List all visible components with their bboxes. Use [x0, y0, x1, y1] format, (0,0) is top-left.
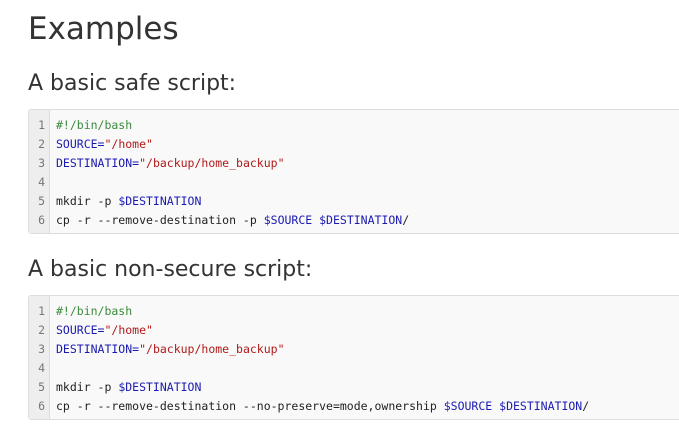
- code-content[interactable]: #!/bin/bash SOURCE="/home" DESTINATION="/b…: [50, 302, 679, 413]
- code-token-var: SOURCE=: [56, 323, 105, 337]
- line-number: 1: [38, 118, 45, 132]
- code-line: SOURCE="/home": [56, 135, 679, 154]
- line-number: 3: [38, 156, 45, 170]
- code-token-str: "/home": [104, 323, 153, 337]
- line-number: 2: [38, 323, 45, 337]
- line-number: 5: [38, 194, 45, 208]
- line-number: 6: [38, 213, 45, 227]
- code-token-str: "/backup/home_backup": [139, 342, 285, 356]
- code-token-var: $DESTINATION: [118, 194, 202, 208]
- code-token-plain: cp -r --remove-destination --no-preserve…: [56, 399, 444, 413]
- code-token-plain: /: [402, 213, 410, 227]
- line-number: 2: [38, 137, 45, 151]
- code-content[interactable]: #!/bin/bash SOURCE="/home" DESTINATION="/b…: [50, 116, 679, 227]
- code-token-plain: mkdir -p: [56, 194, 119, 208]
- code-token-var: $DESTINATION: [118, 380, 202, 394]
- code-token-var: DESTINATION=: [56, 342, 140, 356]
- code-token-var: $DESTINATION: [319, 213, 403, 227]
- page-title: Examples: [28, 11, 179, 47]
- code-block-safe-script[interactable]: 123456 #!/bin/bash SOURCE="/home" DESTINAT…: [28, 109, 679, 234]
- line-number-gutter: 1 2 3 4 5 6: [29, 296, 50, 419]
- line-number: 3: [38, 342, 45, 356]
- line-number-gutter: 1 2 3 4 5 6: [29, 110, 50, 233]
- code-block-non-secure-script[interactable]: 123456 #!/bin/bash SOURCE="/home" DESTINAT…: [28, 295, 679, 420]
- line-number: 6: [38, 399, 45, 413]
- code-token-var: $DESTINATION: [499, 399, 583, 413]
- line-number: 1: [38, 304, 45, 318]
- line-number: 4: [38, 361, 45, 375]
- code-token-var: SOURCE=: [56, 137, 105, 151]
- code-line: SOURCE="/home": [56, 321, 679, 340]
- code-token-plain: mkdir -p: [56, 380, 119, 394]
- code-token-var: $SOURCE: [443, 399, 493, 413]
- code-line: mkdir -p $DESTINATION: [56, 378, 679, 397]
- code-token-plain: cp -r --remove-destination -p: [56, 213, 264, 227]
- code-token-var: $SOURCE: [263, 213, 313, 227]
- line-number: 4: [38, 175, 45, 189]
- line-number: 5: [38, 380, 45, 394]
- code-token-var: DESTINATION=: [56, 156, 140, 170]
- code-line: cp -r --remove-destination --no-preserve…: [56, 397, 679, 416]
- code-token-str: "/home": [104, 137, 153, 151]
- code-line: #!/bin/bash: [56, 302, 679, 321]
- section-title-safe-script: A basic safe script:: [28, 71, 237, 96]
- code-line: cp -r --remove-destination -p $SOURCE $D…: [56, 211, 679, 230]
- section-title-non-secure-script: A basic non-secure script:: [28, 257, 313, 282]
- code-token-plain: /: [582, 399, 590, 413]
- code-token-comment: #!/bin/bash: [56, 304, 133, 318]
- code-line: #!/bin/bash: [56, 116, 679, 135]
- code-line: mkdir -p $DESTINATION: [56, 192, 679, 211]
- code-line: DESTINATION="/backup/home_backup": [56, 340, 679, 359]
- code-line: DESTINATION="/backup/home_backup": [56, 154, 679, 173]
- code-token-str: "/backup/home_backup": [139, 156, 285, 170]
- code-token-comment: #!/bin/bash: [56, 118, 133, 132]
